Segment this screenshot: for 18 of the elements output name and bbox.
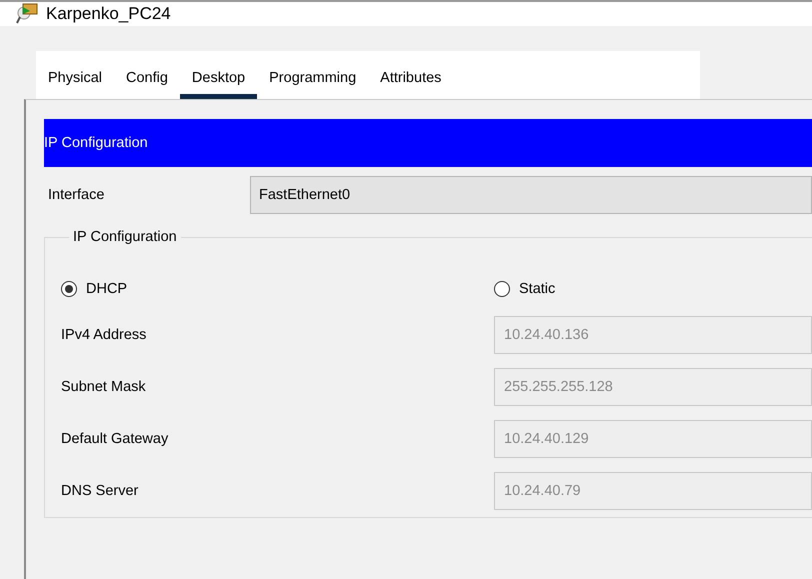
radio-button[interactable] (494, 281, 510, 297)
field-label: Interface (48, 187, 106, 203)
field-label: DNS Server (61, 483, 140, 499)
interface-dropdown[interactable]: FastEthernet0 (250, 176, 812, 214)
tab[interactable]: Physical (36, 70, 114, 99)
radio-button[interactable] (61, 281, 77, 297)
tab[interactable]: Programming (257, 70, 368, 99)
group-title: IP Configuration (72, 229, 178, 245)
radio-label: Static (519, 281, 556, 297)
field-label: Default Gateway (61, 431, 170, 447)
tab[interactable]: Config (114, 70, 180, 99)
field-label: Subnet Mask (61, 379, 147, 395)
tab[interactable]: Attributes (368, 70, 454, 99)
radio-label: DHCP (86, 281, 128, 297)
window-title: Karpenko_PC24 (46, 4, 171, 24)
field-label: IPv4 Address (61, 327, 148, 343)
tab[interactable]: Desktop (180, 70, 258, 99)
section-title: IP Configuration (44, 135, 148, 151)
